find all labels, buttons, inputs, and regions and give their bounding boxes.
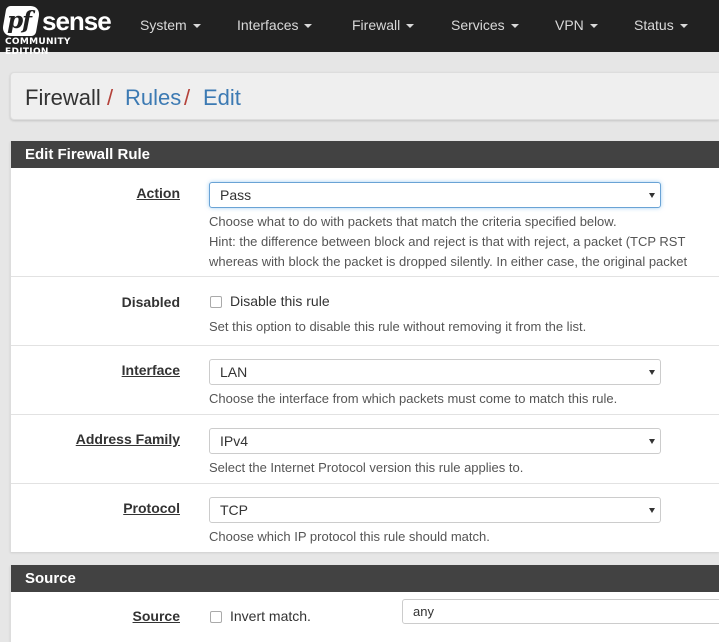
invert-match-label[interactable]: Invert match. bbox=[230, 608, 311, 624]
breadcrumb-firewall: Firewall bbox=[25, 85, 101, 110]
nav-firewall-menu[interactable]: Firewall bbox=[352, 17, 415, 33]
interface-select[interactable]: LAN bbox=[209, 359, 661, 385]
disabled-label: Disabled bbox=[121, 294, 180, 310]
disable-rule-checkbox[interactable] bbox=[210, 296, 222, 308]
address-family-row: Address Family IPv4 Select the Internet … bbox=[11, 415, 719, 484]
action-help: Choose what to do with packets that matc… bbox=[209, 214, 617, 229]
chevron-down-icon bbox=[192, 24, 201, 29]
source-type-select[interactable]: any bbox=[402, 599, 719, 624]
action-label[interactable]: Action bbox=[136, 185, 180, 201]
invert-match-checkbox[interactable] bbox=[210, 611, 222, 623]
chevron-down-icon bbox=[589, 24, 598, 29]
logo-edition-text: COMMUNITY EDITION bbox=[5, 37, 71, 57]
nav-status-menu[interactable]: Status bbox=[634, 17, 688, 33]
nav-interfaces-label: Interfaces bbox=[237, 17, 299, 33]
interface-help: Choose the interface from which packets … bbox=[209, 391, 618, 406]
pfsense-logo[interactable]: pf sense COMMUNITY EDITION bbox=[0, 0, 116, 57]
breadcrumb-rules-link[interactable]: Rules bbox=[125, 85, 181, 111]
nav-firewall-label: Firewall bbox=[352, 17, 401, 33]
protocol-label[interactable]: Protocol bbox=[123, 500, 180, 516]
source-label[interactable]: Source bbox=[133, 608, 180, 624]
nav-services-label: Services bbox=[451, 17, 505, 33]
breadcrumb-separator: / bbox=[107, 85, 114, 110]
action-select[interactable]: Pass bbox=[209, 182, 661, 208]
nav-vpn-label: VPN bbox=[555, 17, 584, 33]
protocol-help: Choose which IP protocol this rule shoul… bbox=[209, 529, 490, 544]
nav-services-menu[interactable]: Services bbox=[451, 17, 519, 33]
nav-vpn-menu[interactable]: VPN bbox=[555, 17, 598, 33]
edit-rule-panel: Edit Firewall Rule Action Pass Choose wh… bbox=[10, 141, 719, 552]
action-row: Action Pass Choose what to do with packe… bbox=[11, 168, 719, 277]
select-arrow-icon bbox=[649, 193, 655, 198]
select-arrow-icon bbox=[649, 370, 655, 375]
nav-system-menu[interactable]: System bbox=[140, 17, 201, 33]
disabled-help: Set this option to disable this rule wit… bbox=[209, 319, 587, 334]
action-hint-line1: Hint: the difference between block and r… bbox=[209, 234, 686, 249]
panel-title: Source bbox=[11, 565, 719, 592]
source-panel: Source Source Invert match. any bbox=[10, 565, 719, 642]
protocol-select[interactable]: TCP bbox=[209, 497, 661, 523]
address-family-help: Select the Internet Protocol version thi… bbox=[209, 460, 524, 475]
chevron-down-icon bbox=[679, 24, 688, 29]
disabled-row: Disabled Disable this rule Set this opti… bbox=[11, 277, 719, 346]
chevron-down-icon bbox=[406, 24, 415, 29]
top-navbar: pf sense COMMUNITY EDITION System Interf… bbox=[0, 0, 719, 57]
select-arrow-icon bbox=[649, 439, 655, 444]
disable-rule-label[interactable]: Disable this rule bbox=[230, 293, 330, 309]
action-hint-line2: whereas with block the packet is dropped… bbox=[209, 254, 688, 269]
panel-title: Edit Firewall Rule bbox=[11, 141, 719, 168]
select-arrow-icon bbox=[649, 508, 655, 513]
breadcrumb-separator: / bbox=[184, 85, 191, 110]
nav-system-label: System bbox=[140, 17, 187, 33]
nav-interfaces-menu[interactable]: Interfaces bbox=[237, 17, 313, 33]
address-family-label[interactable]: Address Family bbox=[76, 431, 180, 447]
pf-logo-badge: pf bbox=[1, 6, 41, 36]
interface-row: Interface LAN Choose the interface from … bbox=[11, 346, 719, 415]
address-family-select-value: IPv4 bbox=[220, 433, 249, 449]
protocol-row: Protocol TCP Choose which IP protocol th… bbox=[11, 484, 719, 552]
chevron-down-icon bbox=[510, 24, 519, 29]
breadcrumb-edit-link[interactable]: Edit bbox=[203, 85, 241, 111]
logo-sense-text: sense bbox=[42, 6, 112, 36]
address-family-select[interactable]: IPv4 bbox=[209, 428, 661, 454]
interface-label[interactable]: Interface bbox=[122, 362, 180, 378]
source-row: Source Invert match. any bbox=[11, 592, 719, 642]
logo-pf-text: pf bbox=[7, 7, 32, 34]
breadcrumb: Firewall / Rules / Edit bbox=[10, 72, 719, 120]
chevron-down-icon bbox=[304, 24, 313, 29]
protocol-select-value: TCP bbox=[220, 502, 248, 518]
action-select-value: Pass bbox=[220, 187, 252, 203]
interface-select-value: LAN bbox=[220, 364, 248, 380]
nav-status-label: Status bbox=[634, 17, 674, 33]
